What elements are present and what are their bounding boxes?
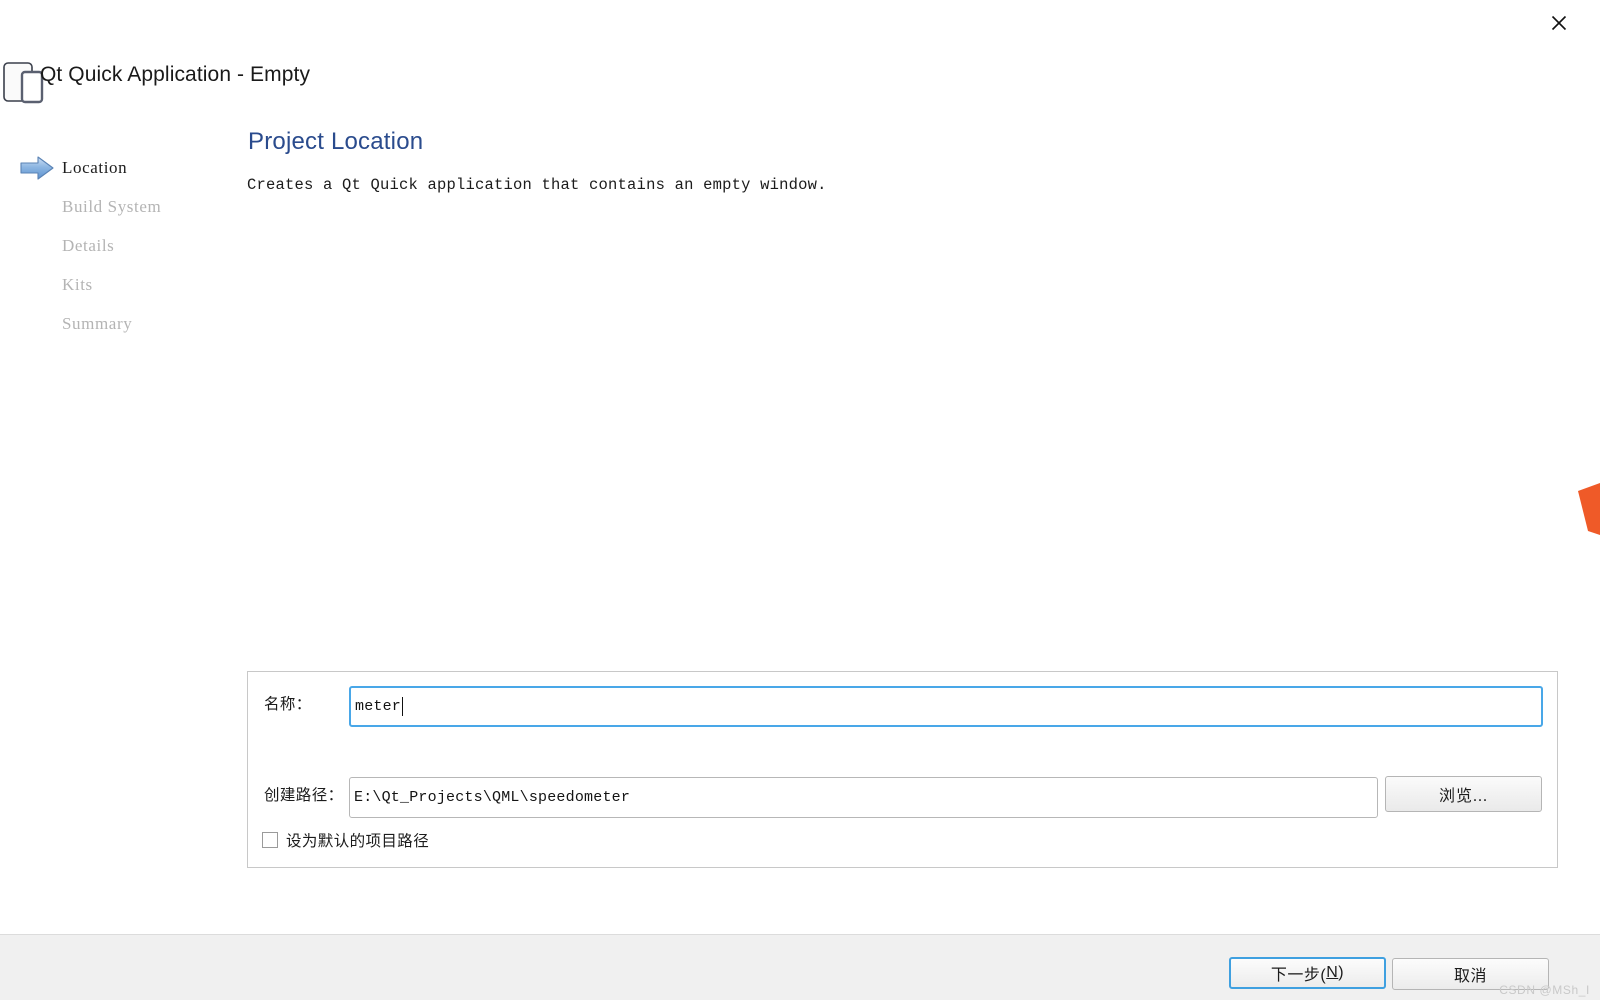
name-input-value: meter xyxy=(355,698,402,715)
page-title: Project Location xyxy=(248,128,424,155)
wizard-title: Qt Quick Application - Empty xyxy=(40,63,311,86)
sidebar-item-build-system[interactable]: Build System xyxy=(0,187,240,226)
default-path-checkbox[interactable] xyxy=(262,832,278,848)
next-button-label-end: ) xyxy=(1338,964,1345,981)
next-button[interactable]: 下一步(N) xyxy=(1229,957,1386,989)
sidebar-item-label: Summary xyxy=(62,313,133,333)
dialog-footer: 下一步(N) 取消 xyxy=(0,934,1600,1000)
sidebar-item-location[interactable]: Location xyxy=(0,148,240,187)
current-step-arrow-icon xyxy=(20,155,54,180)
close-icon xyxy=(1551,15,1567,31)
page-description: Creates a Qt Quick application that cont… xyxy=(247,176,827,194)
wizard-step-list: Location Build System Details Kits Summa… xyxy=(0,148,240,343)
name-field-label: 名称： xyxy=(264,696,312,713)
name-input[interactable]: meter xyxy=(349,686,1543,727)
text-caret xyxy=(402,697,404,716)
path-input[interactable]: E:\Qt_Projects\QML\speedometer xyxy=(349,777,1378,818)
browse-button[interactable]: 浏览... xyxy=(1385,776,1542,812)
next-button-accelerator: N xyxy=(1326,964,1339,981)
wizard-header: Qt Quick Application - Empty xyxy=(0,55,1600,105)
next-button-label: 下一步( xyxy=(1270,967,1327,984)
project-location-form: 名称： meter 创建路径： E:\Qt_Projects\QML\speed… xyxy=(247,671,1558,868)
sidebar-item-label: Kits xyxy=(62,274,93,294)
orange-triangle-icon xyxy=(1578,483,1600,535)
path-input-value: E:\Qt_Projects\QML\speedometer xyxy=(354,789,631,806)
sidebar-item-summary[interactable]: Summary xyxy=(0,304,240,343)
orange-marker-decoration xyxy=(1578,483,1600,535)
watermark: CSDN @MSh_I xyxy=(1499,983,1590,997)
sidebar-item-details[interactable]: Details xyxy=(0,226,240,265)
sidebar-item-label: Location xyxy=(62,157,128,177)
sidebar-item-label: Details xyxy=(62,235,115,255)
default-path-checkbox-row[interactable]: 设为默认的项目路径 xyxy=(262,829,429,851)
path-field-label: 创建路径： xyxy=(264,787,344,804)
sidebar-item-kits[interactable]: Kits xyxy=(0,265,240,304)
sidebar-item-label: Build System xyxy=(62,196,162,216)
close-button[interactable] xyxy=(1544,8,1574,38)
default-path-label: 设为默认的项目路径 xyxy=(286,833,430,850)
